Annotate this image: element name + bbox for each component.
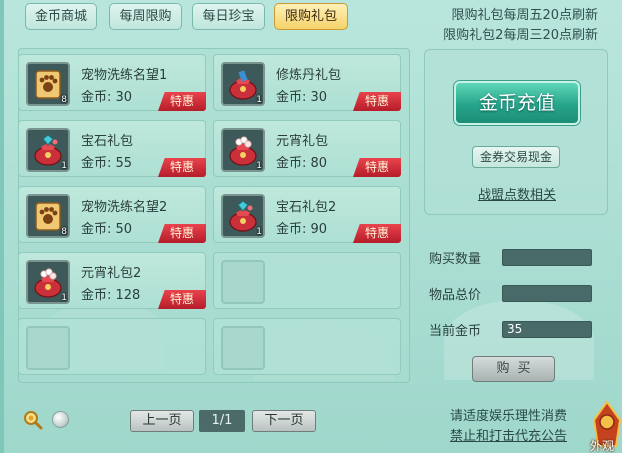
quantity-label: 购买数量 xyxy=(429,252,482,267)
empty-slot xyxy=(221,260,265,304)
gem-bag-icon xyxy=(31,133,65,167)
item-slot[interactable]: 1 xyxy=(221,194,265,238)
moderation-notice: 请适度娱乐理性消费 xyxy=(450,409,568,424)
current-coins-field: 35 xyxy=(502,321,592,338)
paw-scroll-icon xyxy=(31,67,65,101)
buy-button[interactable]: 购买 xyxy=(472,356,555,382)
item-slot[interactable]: 1 xyxy=(221,62,265,106)
magnifier-icon[interactable] xyxy=(23,410,43,430)
anti-proxy-recharge-link[interactable]: 禁止和打击代充公告 xyxy=(450,425,567,444)
appearance-label: 外观 xyxy=(590,439,615,453)
item-slot[interactable]: 8 xyxy=(26,62,70,106)
item-price: 金币: 55 xyxy=(81,156,133,171)
item-count: 1 xyxy=(256,95,262,105)
item-slot[interactable]: 1 xyxy=(26,128,70,172)
item-count: 1 xyxy=(256,227,262,237)
tab-weekly-limited[interactable]: 每周限购 xyxy=(109,3,182,30)
item-card[interactable]: 1 宝石礼包金币: 55 特惠 xyxy=(18,120,206,177)
tab-limited-packs[interactable]: 限购礼包 xyxy=(274,3,348,30)
empty-card xyxy=(213,318,401,375)
item-count: 8 xyxy=(61,227,67,237)
tab-daily-treasure[interactable]: 每日珍宝 xyxy=(192,3,265,30)
item-name: 元宵礼包 xyxy=(276,134,329,149)
item-name: 宝石礼包2 xyxy=(276,200,337,215)
empty-card xyxy=(213,252,401,309)
empty-slot xyxy=(221,326,265,370)
next-page-button[interactable]: 下一页 xyxy=(252,410,316,432)
item-price: 金币: 50 xyxy=(81,222,133,237)
item-card[interactable]: 1 修炼丹礼包金币: 30 特惠 xyxy=(213,54,401,111)
item-card[interactable]: 1 宝石礼包2 金币: 90 特惠 xyxy=(213,186,401,243)
item-card[interactable]: 8 宠物洗练名望1 金币: 30 特惠 xyxy=(18,54,206,111)
item-price: 金币: 30 xyxy=(81,90,133,105)
empty-slot xyxy=(26,326,70,370)
item-count: 1 xyxy=(61,293,67,303)
gift-bag-icon xyxy=(226,67,260,101)
alliance-points-link[interactable]: 战盟点数相关 xyxy=(425,184,609,203)
lantern-bag-icon xyxy=(226,133,260,167)
item-card[interactable]: 1 元宵礼包金币: 80 特惠 xyxy=(213,120,401,177)
item-name: 宠物洗练名望2 xyxy=(81,200,168,215)
special-offer-badge: 特惠 xyxy=(353,224,401,243)
item-slot[interactable]: 8 xyxy=(26,194,70,238)
page-indicator: 1/1 xyxy=(199,410,245,432)
item-count: 1 xyxy=(256,161,262,171)
coupon-trade-button[interactable]: 金券交易现金 xyxy=(472,146,560,168)
recharge-button[interactable]: 金币充值 xyxy=(454,81,580,125)
item-price: 金币: 90 xyxy=(276,222,328,237)
prev-page-button[interactable]: 上一页 xyxy=(130,410,194,432)
current-coins-label: 当前金币 xyxy=(429,324,482,339)
item-price: 金币: 30 xyxy=(276,90,328,105)
gem-bag-icon xyxy=(226,199,260,233)
refresh-notice: 限购礼包每周五20点刷新 xyxy=(451,8,598,23)
refresh-notice: 限购礼包2每周三20点刷新 xyxy=(443,28,598,43)
item-name: 宝石礼包 xyxy=(81,134,134,149)
item-card[interactable]: 1 元宵礼包2 金币: 128 特惠 xyxy=(18,252,206,309)
lantern-bag-icon xyxy=(31,265,65,299)
paw-scroll-icon xyxy=(31,199,65,233)
special-offer-badge: 特惠 xyxy=(353,158,401,177)
special-offer-badge: 特惠 xyxy=(353,92,401,111)
special-offer-badge: 特惠 xyxy=(158,92,206,111)
quantity-field[interactable] xyxy=(502,249,592,266)
tab-gold-mall[interactable]: 金币商城 xyxy=(25,3,97,30)
recharge-panel: 金币充值 金券交易现金 战盟点数相关 xyxy=(424,49,608,215)
item-price: 金币: 128 xyxy=(81,288,141,303)
toggle-icon[interactable] xyxy=(52,411,69,428)
total-price-field xyxy=(502,285,592,302)
item-name: 修炼丹礼包 xyxy=(276,68,342,83)
item-name: 元宵礼包2 xyxy=(81,266,142,281)
item-card[interactable]: 8 宠物洗练名望2 金币: 50 特惠 xyxy=(18,186,206,243)
item-count: 1 xyxy=(61,161,67,171)
item-slot[interactable]: 1 xyxy=(26,260,70,304)
item-count: 8 xyxy=(61,95,67,105)
total-price-label: 物品总价 xyxy=(429,288,482,303)
special-offer-badge: 特惠 xyxy=(158,158,206,177)
special-offer-badge: 特惠 xyxy=(158,290,206,309)
item-name: 宠物洗练名望1 xyxy=(81,68,168,83)
item-slot[interactable]: 1 xyxy=(221,128,265,172)
special-offer-badge: 特惠 xyxy=(158,224,206,243)
item-price: 金币: 80 xyxy=(276,156,328,171)
empty-card xyxy=(18,318,206,375)
